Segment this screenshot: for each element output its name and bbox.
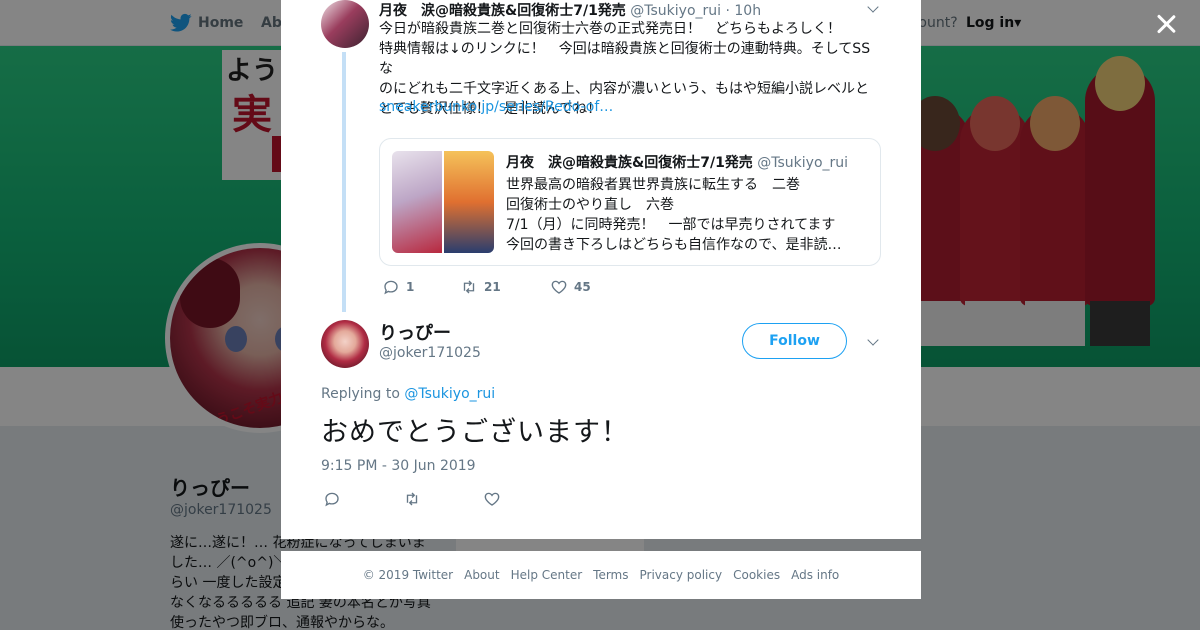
- reply-tweet-actions: [323, 490, 501, 508]
- footer-link-cookies[interactable]: Cookies: [733, 568, 780, 582]
- parent-tweet-actions: 1 21 45: [382, 278, 591, 296]
- thread-connector: [342, 52, 346, 312]
- replying-to: Replying to @Tsukiyo_rui: [321, 386, 495, 402]
- retweet-button[interactable]: [403, 490, 483, 508]
- footer-link-about[interactable]: About: [464, 568, 499, 582]
- chevron-down-icon[interactable]: [866, 335, 882, 351]
- reply-author-name[interactable]: りっぴー: [379, 319, 451, 345]
- reply-tweet-text: おめでとうございます！: [321, 417, 629, 448]
- like-count: 45: [574, 280, 591, 294]
- replying-prefix: Replying to: [321, 386, 400, 402]
- quoted-author-name: 月夜 涙@暗殺貴族&回復術士7/1発売: [506, 155, 753, 171]
- heart-icon: [551, 280, 567, 294]
- quoted-text-line: 7/1（月）に同時発売！ 一部では早売りされてます: [506, 217, 836, 233]
- quoted-tweet-header: 月夜 涙@暗殺貴族&回復術士7/1発売 @Tsukiyo_rui: [506, 152, 848, 172]
- quoted-author-handle: @Tsukiyo_rui: [757, 155, 849, 171]
- like-button[interactable]: [483, 490, 501, 508]
- modal-footer: © 2019 Twitter About Help Center Terms P…: [281, 551, 921, 599]
- parent-author-name[interactable]: 月夜 涙@暗殺貴族&回復術士7/1発売: [379, 3, 626, 19]
- footer-link-terms[interactable]: Terms: [593, 568, 628, 582]
- close-icon[interactable]: [1152, 10, 1180, 38]
- retweet-icon: [406, 492, 418, 506]
- retweet-button[interactable]: 21: [460, 278, 550, 296]
- chevron-down-icon[interactable]: [866, 2, 882, 18]
- follow-button[interactable]: Follow: [742, 323, 847, 359]
- like-button[interactable]: 45: [550, 278, 591, 296]
- tweet-text-line: のにどれも二千文字近くある上、内容が濃いという、もはや短編小説レベルと: [379, 81, 869, 97]
- retweet-count: 21: [484, 280, 501, 294]
- reply-author-handle[interactable]: @joker171025: [379, 345, 481, 361]
- reply-timestamp[interactable]: 9:15 PM - 30 Jun 2019: [321, 458, 476, 474]
- quoted-text-line: 今回の書き下ろしはどちらも自信作なので、是非読…: [506, 237, 842, 253]
- reply-icon: [384, 280, 398, 295]
- footer-link-help-center[interactable]: Help Center: [511, 568, 583, 582]
- tweet-text-line: 今日が暗殺貴族二巻と回復術士六巻の正式発売日！ どちらもよろしく！: [379, 21, 841, 37]
- reply-button[interactable]: 1: [382, 278, 460, 296]
- footer-link-privacy[interactable]: Privacy policy: [640, 568, 723, 582]
- parent-tweet-avatar[interactable]: [321, 0, 369, 48]
- parent-author-handle[interactable]: @Tsukiyo_rui: [630, 3, 721, 19]
- replying-to-handle[interactable]: @Tsukiyo_rui: [404, 386, 495, 402]
- parent-tweet-header: 月夜 涙@暗殺貴族&回復術士7/1発売 @Tsukiyo_rui · 10h: [379, 0, 761, 20]
- parent-tweet-time[interactable]: · 10h: [726, 3, 762, 19]
- quoted-tweet-image: [392, 151, 494, 253]
- tweet-text-line: 特典情報は↓のリンクに！ 今回は暗殺貴族と回復術士の連動特典。そしてSSな: [379, 41, 871, 77]
- footer-link-ads-info[interactable]: Ads info: [791, 568, 839, 582]
- footer-copyright: © 2019 Twitter: [362, 568, 454, 582]
- reply-icon: [325, 492, 339, 507]
- reply-button[interactable]: [323, 490, 403, 508]
- quoted-tweet-card[interactable]: 月夜 涙@暗殺貴族&回復術士7/1発売 @Tsukiyo_rui 世界最高の暗殺…: [379, 138, 881, 266]
- retweet-icon: [463, 280, 475, 294]
- quoted-text-line: 世界最高の暗殺者異世界貴族に転生する 二巻: [506, 177, 800, 193]
- tweet-link[interactable]: sneakerbunko.jp/series/Redo-of…: [379, 99, 613, 115]
- reply-count: 1: [406, 280, 415, 294]
- quoted-text-line: 回復術士のやり直し 六巻: [506, 197, 674, 213]
- tweet-modal: 月夜 涙@暗殺貴族&回復術士7/1発売 @Tsukiyo_rui · 10h 今…: [281, 0, 921, 539]
- heart-icon: [484, 492, 500, 506]
- reply-author-avatar[interactable]: [321, 320, 369, 368]
